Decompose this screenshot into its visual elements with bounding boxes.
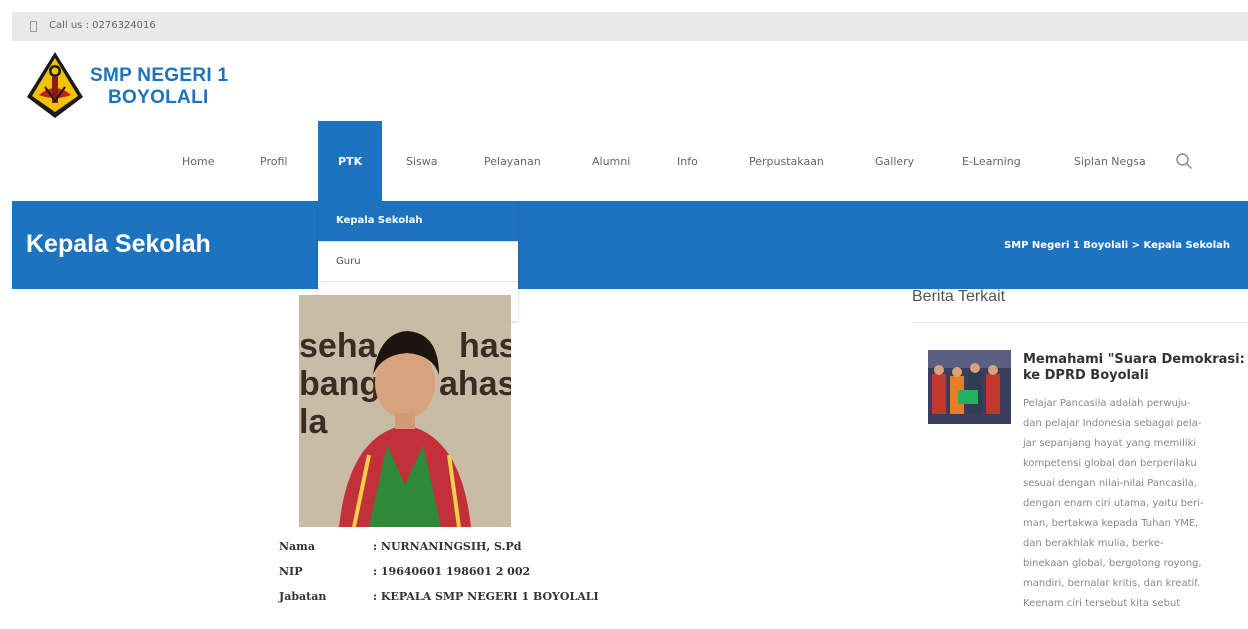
excerpt-line: Pelajar Pancasila adalah perwuju- xyxy=(1023,398,1191,409)
excerpt-line: man, bertakwa kepada Tuhan YME, xyxy=(1023,518,1199,529)
nav-item-pelayanan[interactable]: Pelayanan xyxy=(484,155,541,168)
news-title-link[interactable]: Memahami "Suara Demokrasi: ke DPRD Boyol… xyxy=(1023,352,1245,384)
photo-bg-text-5: la xyxy=(299,403,328,441)
principal-photo-image: seha has bang ahas la xyxy=(299,295,511,527)
principal-photo: seha has bang ahas la xyxy=(299,295,511,527)
news-thumbnail[interactable] xyxy=(928,350,1011,424)
nav-item-gallery[interactable]: Gallery xyxy=(875,155,914,168)
phone-icon xyxy=(30,21,37,32)
nav-item-elearning[interactable]: E-Learning xyxy=(962,155,1021,168)
photo-bg-text-2: has xyxy=(459,327,511,365)
nav-item-label: PTK xyxy=(338,155,363,168)
jabatan-value: : KEPALA SMP NEGERI 1 BOYOLALI xyxy=(373,590,599,603)
nav-item-alumni[interactable]: Alumni xyxy=(592,155,630,168)
school-logo[interactable] xyxy=(25,51,85,119)
page-title: Kepala Sekolah xyxy=(26,230,211,258)
photo-bg-text-1: seha xyxy=(299,327,378,365)
excerpt-line: jar sepanjang hayat yang memiliki xyxy=(1023,438,1197,449)
excerpt-line: dengan enam ciri utama, yaitu beri- xyxy=(1023,498,1204,509)
nav-item-info[interactable]: Info xyxy=(677,155,698,168)
call-us-text: Call us : 0276324016 xyxy=(49,20,156,31)
divider xyxy=(912,322,1248,323)
nav-item-siplan-negsa[interactable]: Siplan Negsa xyxy=(1074,155,1146,168)
photo-bg-text-4: ahas xyxy=(439,365,511,403)
excerpt-line: dan pelajar Indonesia sebagai pela- xyxy=(1023,418,1202,429)
excerpt-line: sesuai dengan nilai-nilai Pancasila, xyxy=(1023,478,1197,489)
menu-item-guru[interactable]: Guru xyxy=(318,241,518,281)
nip-label: NIP xyxy=(279,565,303,578)
excerpt-line: mandiri, bernalar kritis, dan kreatif. xyxy=(1023,578,1201,589)
jabatan-label: Jabatan xyxy=(279,590,327,603)
nip-value: : 19640601 198601 2 002 xyxy=(373,565,531,578)
news-excerpt: Pelajar Pancasila adalah perwuju- dan pe… xyxy=(1023,394,1245,614)
menu-item-kepala-sekolah[interactable]: Kepala Sekolah xyxy=(318,201,518,241)
excerpt-line: kompetensi global dan berperilaku xyxy=(1023,458,1197,469)
news-thumbnail-image xyxy=(928,350,1011,424)
nav-item-profil[interactable]: Profil xyxy=(260,155,287,168)
nama-value: : NURNANINGSIH, S.Pd xyxy=(373,540,522,553)
nav-item-siswa[interactable]: Siswa xyxy=(406,155,438,168)
breadcrumb[interactable]: SMP Negeri 1 Boyolali > Kepala Sekolah xyxy=(1004,240,1230,251)
search-icon[interactable] xyxy=(1175,152,1193,170)
nav-item-perpustakaan[interactable]: Perpustakaan xyxy=(749,155,824,168)
nav-item-ptk[interactable]: PTK xyxy=(318,121,382,201)
excerpt-line: binekaan global, bergotong royong, xyxy=(1023,558,1202,569)
brand-line2[interactable]: BOYOLALI xyxy=(108,87,209,109)
excerpt-line: Keenam ciri tersebut kita sebut xyxy=(1023,598,1181,609)
brand-line1[interactable]: SMP NEGERI 1 xyxy=(90,65,228,87)
top-bar: Call us : 0276324016 xyxy=(12,12,1248,41)
related-news-heading: Berita Terkait xyxy=(912,288,1006,305)
nav-item-home[interactable]: Home xyxy=(182,155,214,168)
excerpt-line: dan berakhlak mulia, berke- xyxy=(1023,538,1164,549)
nama-label: Nama xyxy=(279,540,315,553)
photo-bg-text-3: bang xyxy=(299,365,380,403)
